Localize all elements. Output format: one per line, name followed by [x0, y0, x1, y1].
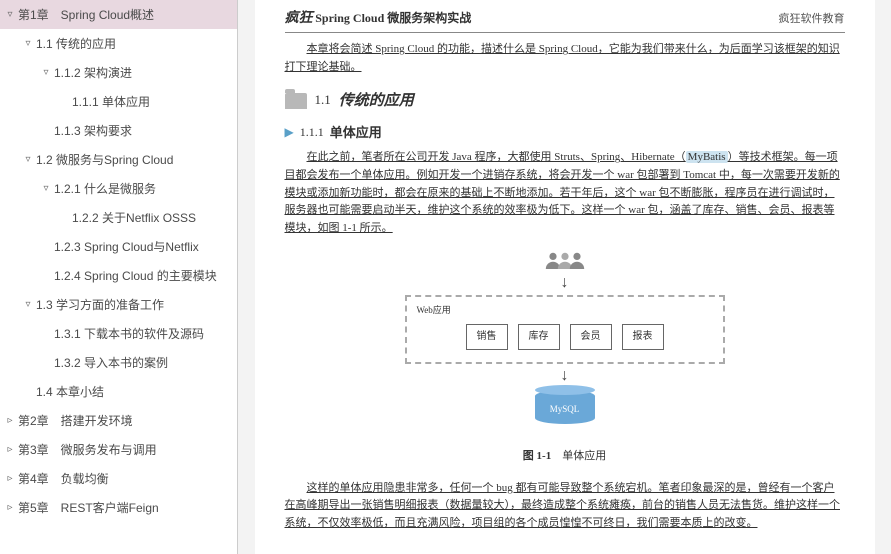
expand-arrow-icon[interactable]: ▿ — [22, 154, 34, 165]
toc-item-label: 1.1.2 架构演进 — [54, 64, 132, 81]
section-number: 1.1 — [315, 90, 331, 111]
toc-item-label: 1.2.4 Spring Cloud 的主要模块 — [54, 267, 217, 284]
toc-item-label: 1.1.1 单体应用 — [72, 93, 150, 110]
toc-item[interactable]: ▿1.1 传统的应用 — [0, 29, 237, 58]
web-app-box: Web应用 销售库存会员报表 — [405, 295, 725, 363]
toc-item[interactable]: 1.2.2 关于Netflix OSSS — [0, 203, 237, 232]
brand-prefix: 疯狂 — [285, 11, 313, 26]
toc-item[interactable]: 1.4 本章小结 — [0, 377, 237, 406]
expand-arrow-icon[interactable]: ▿ — [22, 299, 34, 310]
arrow-icon: ▶ — [285, 123, 294, 142]
module-box: 库存 — [518, 324, 560, 350]
toc-item[interactable]: 1.2.4 Spring Cloud 的主要模块 — [0, 261, 237, 290]
expand-arrow-icon[interactable]: ▿ — [40, 183, 52, 194]
toc-item[interactable]: ▿1.2.1 什么是微服务 — [0, 174, 237, 203]
module-box: 销售 — [466, 324, 508, 350]
toc-item-label: 第3章 微服务发布与调用 — [18, 441, 157, 458]
toc-item[interactable]: ▹第3章 微服务发布与调用 — [0, 435, 237, 464]
module-box: 会员 — [570, 324, 612, 350]
toc-item[interactable]: 1.2.3 Spring Cloud与Netflix — [0, 232, 237, 261]
toc-item[interactable]: ▿1.2 微服务与Spring Cloud — [0, 145, 237, 174]
section-title: 传统的应用 — [339, 89, 414, 113]
figure-caption: 图 1-1 单体应用 — [375, 448, 755, 466]
toc-item-label: 第5章 REST客户端Feign — [18, 499, 159, 516]
expand-arrow-icon[interactable]: ▹ — [4, 473, 16, 484]
subsection-title: 单体应用 — [330, 123, 382, 144]
module-box: 报表 — [622, 324, 664, 350]
toc-item[interactable]: ▿第1章 Spring Cloud概述 — [0, 0, 237, 29]
toc-item[interactable]: ▹第5章 REST客户端Feign — [0, 493, 237, 522]
toc-item[interactable]: 1.1.1 单体应用 — [0, 87, 237, 116]
paragraph-1: 在此之前，笔者所在公司开发 Java 程序，大都使用 Struts、Spring… — [285, 149, 845, 237]
toc-item-label: 1.2.3 Spring Cloud与Netflix — [54, 238, 199, 255]
subsection-heading: ▶ 1.1.1 单体应用 — [285, 123, 845, 144]
toc-item-label: 1.2 微服务与Spring Cloud — [36, 151, 173, 168]
users-icon — [375, 251, 755, 269]
expand-arrow-icon[interactable]: ▿ — [22, 38, 34, 49]
section-heading: 1.1 传统的应用 — [285, 89, 845, 113]
toc-item-label: 1.3 学习方面的准备工作 — [36, 296, 164, 313]
toc-item-label: 1.4 本章小结 — [36, 383, 104, 400]
brand-title: Spring Cloud 微服务架构实战 — [315, 11, 471, 25]
toc-item-label: 1.3.1 下载本书的软件及源码 — [54, 325, 204, 342]
paragraph-2: 这样的单体应用隐患非常多，任何一个 bug 都有可能导致整个系统宕机。笔者印象最… — [285, 480, 845, 533]
toc-item-label: 第1章 Spring Cloud概述 — [18, 6, 154, 23]
web-app-label: Web应用 — [417, 303, 713, 317]
toc-item-label: 1.1.3 架构要求 — [54, 122, 132, 139]
arrow-down-icon: ↓ — [375, 368, 755, 384]
database-icon: MySQL — [535, 390, 595, 438]
toc-sidebar[interactable]: ▿第1章 Spring Cloud概述▿1.1 传统的应用▿1.1.2 架构演进… — [0, 0, 238, 554]
toc-item-label: 第4章 负载均衡 — [18, 470, 109, 487]
toc-item-label: 1.1 传统的应用 — [36, 35, 116, 52]
expand-arrow-icon[interactable]: ▿ — [40, 67, 52, 78]
highlight: MyBatis — [686, 151, 728, 163]
toc-item-label: 第2章 搭建开发环境 — [18, 412, 133, 429]
folder-icon — [285, 93, 307, 109]
chapter-intro: 本章将会简述 Spring Cloud 的功能，描述什么是 Spring Clo… — [285, 41, 845, 76]
page: 疯狂 Spring Cloud 微服务架构实战 疯狂软件教育 本章将会简述 Sp… — [255, 0, 875, 554]
expand-arrow-icon[interactable]: ▹ — [4, 444, 16, 455]
toc-item[interactable]: ▹第4章 负载均衡 — [0, 464, 237, 493]
toc-item[interactable]: 1.3.1 下载本书的软件及源码 — [0, 319, 237, 348]
expand-arrow-icon[interactable]: ▹ — [4, 415, 16, 426]
subsection-number: 1.1.1 — [300, 123, 324, 142]
toc-item[interactable]: ▿1.1.2 架构演进 — [0, 58, 237, 87]
toc-item[interactable]: 1.3.2 导入本书的案例 — [0, 348, 237, 377]
expand-arrow-icon[interactable]: ▿ — [4, 9, 16, 20]
document-viewport[interactable]: 疯狂 Spring Cloud 微服务架构实战 疯狂软件教育 本章将会简述 Sp… — [238, 0, 891, 554]
page-header: 疯狂 Spring Cloud 微服务架构实战 疯狂软件教育 — [285, 8, 845, 33]
publisher: 疯狂软件教育 — [779, 11, 845, 29]
toc-item[interactable]: 1.1.3 架构要求 — [0, 116, 237, 145]
toc-item-label: 1.3.2 导入本书的案例 — [54, 354, 168, 371]
toc-item-label: 1.2.2 关于Netflix OSSS — [72, 209, 196, 226]
toc-item[interactable]: ▹第2章 搭建开发环境 — [0, 406, 237, 435]
expand-arrow-icon[interactable]: ▹ — [4, 502, 16, 513]
figure-1-1: ↓ Web应用 销售库存会员报表 ↓ MySQL 图 1-1 单体应用 — [375, 251, 755, 465]
toc-item[interactable]: ▿1.3 学习方面的准备工作 — [0, 290, 237, 319]
arrow-down-icon: ↓ — [375, 275, 755, 291]
toc-item-label: 1.2.1 什么是微服务 — [54, 180, 156, 197]
